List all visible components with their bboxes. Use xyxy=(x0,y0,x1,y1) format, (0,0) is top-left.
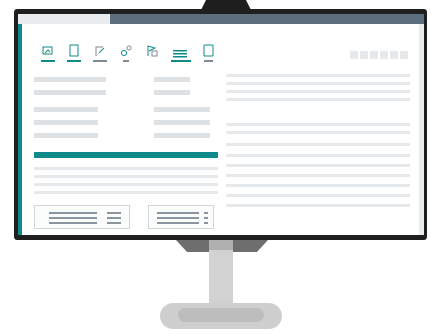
section-divider xyxy=(34,152,218,158)
document-icon[interactable] xyxy=(66,44,82,62)
status-indicators xyxy=(350,51,408,59)
text-line xyxy=(226,98,410,101)
summary-card[interactable] xyxy=(148,205,214,229)
text-line xyxy=(226,154,410,157)
list-icon[interactable] xyxy=(170,44,192,62)
form-value xyxy=(154,77,190,82)
open-image-icon[interactable] xyxy=(40,44,56,62)
form-label xyxy=(34,77,106,82)
text-line xyxy=(226,194,410,197)
form-value xyxy=(154,133,210,138)
sidebar-accent-strip xyxy=(18,24,22,235)
text-line xyxy=(226,164,410,167)
text-line xyxy=(226,82,410,85)
toolbar xyxy=(40,44,230,62)
titlebar-right xyxy=(110,14,424,24)
status-square xyxy=(390,51,398,59)
summary-card[interactable] xyxy=(34,205,130,229)
status-square xyxy=(350,51,358,59)
text-line xyxy=(226,184,410,187)
screen xyxy=(18,14,424,235)
stand-base-inner xyxy=(178,308,264,322)
stand-neck xyxy=(209,240,233,312)
form-value xyxy=(154,120,210,125)
text-line xyxy=(226,74,410,77)
status-square xyxy=(370,51,378,59)
flag-icon[interactable] xyxy=(144,44,160,62)
form-label xyxy=(34,120,98,125)
stand-neck-shadow xyxy=(209,240,233,250)
text-line xyxy=(34,191,218,194)
text-line xyxy=(34,167,218,170)
text-line xyxy=(226,174,410,177)
form-value xyxy=(154,90,190,95)
titlebar-left xyxy=(18,14,110,24)
scrollbar-track[interactable] xyxy=(419,24,424,235)
text-line xyxy=(226,123,410,126)
window-titlebar xyxy=(18,14,424,24)
status-square xyxy=(380,51,388,59)
text-line xyxy=(226,131,410,134)
form-label xyxy=(34,107,98,112)
form-label xyxy=(34,90,106,95)
settings-icon[interactable] xyxy=(118,44,134,62)
form-label xyxy=(34,133,98,138)
text-line xyxy=(226,143,410,146)
text-line xyxy=(226,90,410,93)
status-square xyxy=(360,51,368,59)
form-value xyxy=(154,107,210,112)
text-line xyxy=(34,183,218,186)
text-line xyxy=(226,204,410,207)
status-square xyxy=(400,51,408,59)
device-icon[interactable] xyxy=(200,44,216,62)
export-icon[interactable] xyxy=(92,44,108,62)
text-line xyxy=(34,175,218,178)
